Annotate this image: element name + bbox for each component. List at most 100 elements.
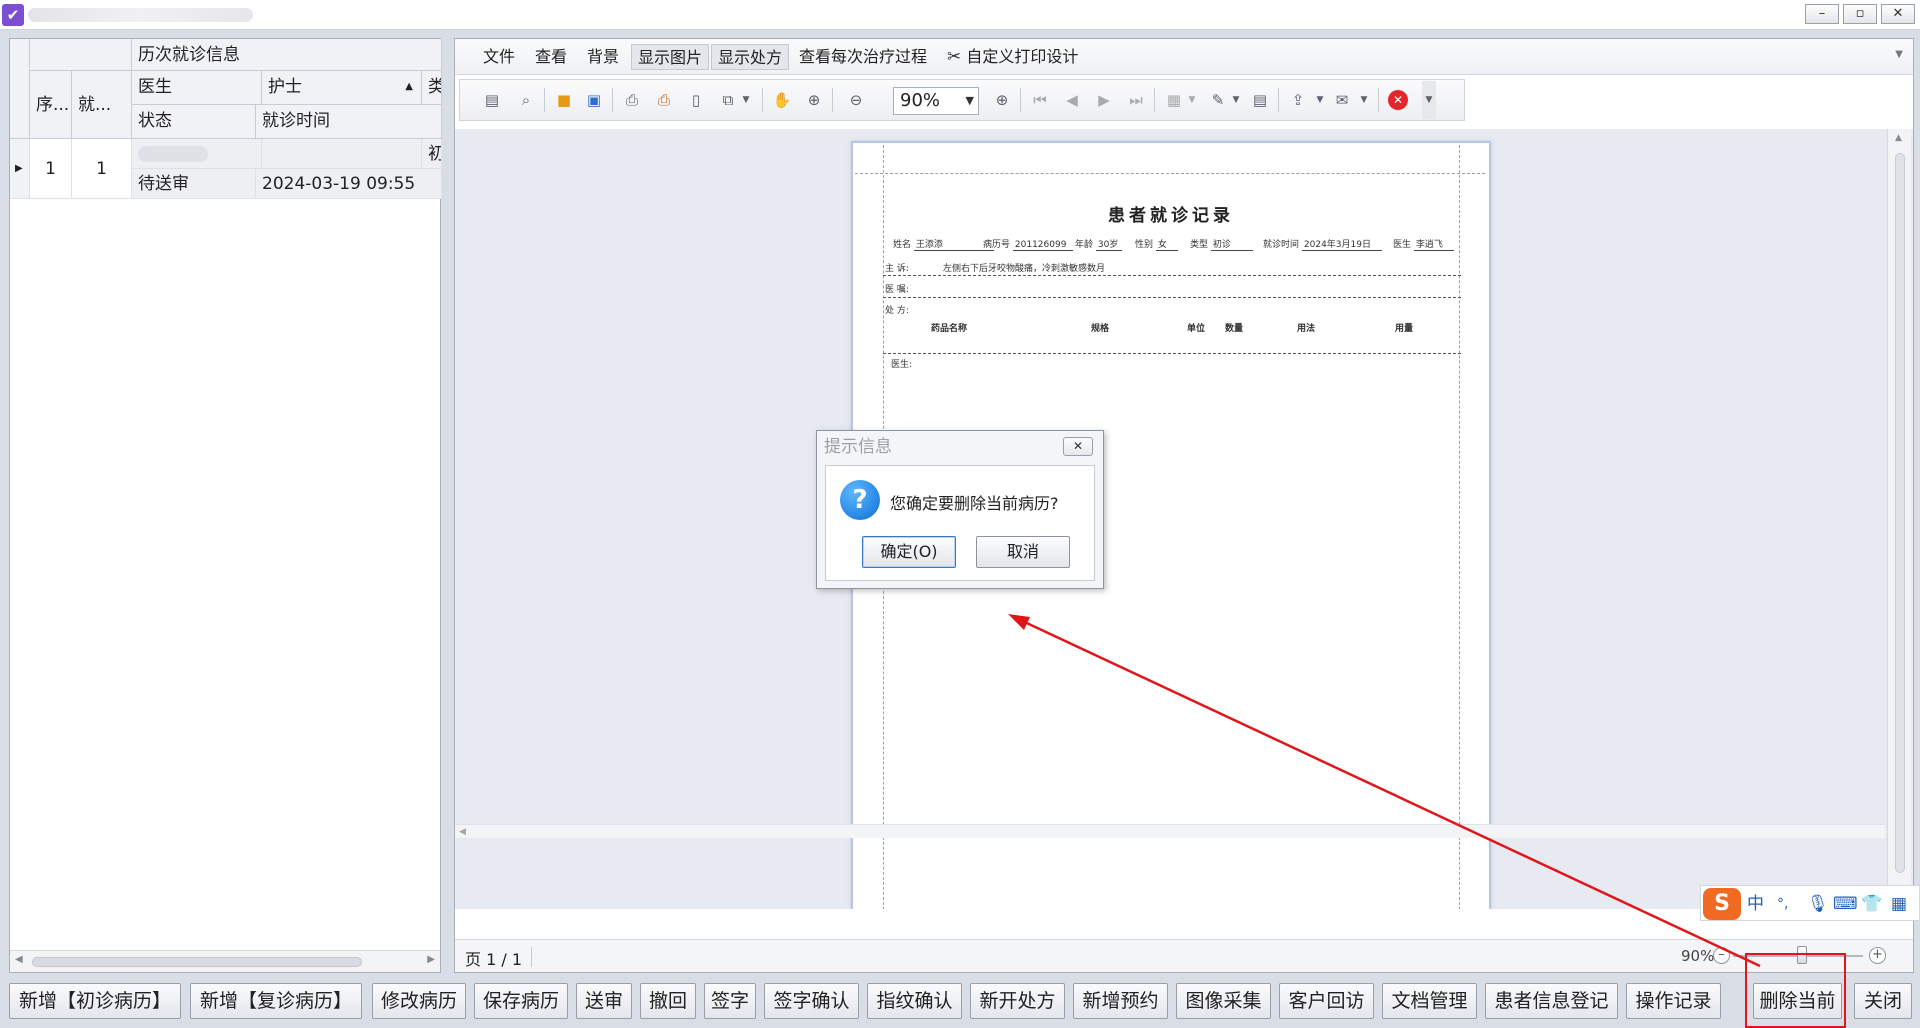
hand-tool-icon[interactable]: ✋ bbox=[772, 90, 792, 110]
microphone-icon[interactable]: 🎙 bbox=[1807, 892, 1829, 916]
quick-print-icon[interactable]: ⎙ bbox=[654, 90, 674, 110]
cell-type[interactable]: 初诊 bbox=[422, 139, 442, 169]
scale-icon[interactable]: ⧉ bbox=[718, 90, 738, 110]
new-prescription-button[interactable]: 新开处方 bbox=[970, 983, 1065, 1019]
row-indicator-icon[interactable]: ▶ bbox=[10, 139, 30, 199]
scroll-up-icon[interactable]: ▲ bbox=[1895, 133, 1902, 143]
grid-header-visit[interactable]: 就... bbox=[72, 71, 132, 139]
page-setup-icon[interactable]: ▯ bbox=[686, 90, 706, 110]
close-window-button[interactable]: ✕ bbox=[1881, 4, 1915, 24]
minimize-button[interactable]: – bbox=[1805, 4, 1839, 24]
chevron-down-icon[interactable]: ▼ bbox=[1226, 90, 1246, 110]
cell-seq[interactable]: 1 bbox=[30, 139, 72, 199]
grid-horizontal-scrollbar[interactable]: ◀ ▶ bbox=[10, 950, 440, 972]
scroll-left-icon[interactable]: ◀ bbox=[459, 827, 466, 837]
keyboard-icon[interactable]: ⌨ bbox=[1833, 892, 1858, 916]
scrollbar-thumb[interactable] bbox=[1895, 153, 1905, 873]
dialog-close-icon[interactable]: ✕ bbox=[1063, 437, 1093, 456]
cell-status[interactable]: 待送审 bbox=[132, 169, 256, 199]
magnifier-icon[interactable]: ⊕ bbox=[804, 90, 824, 110]
new-appointment-button[interactable]: 新增预约 bbox=[1073, 983, 1168, 1019]
last-page-icon[interactable]: ⏭ bbox=[1126, 90, 1146, 110]
new-followup-record-button[interactable]: 新增【复诊病历】 bbox=[190, 983, 362, 1019]
document-management-button[interactable]: 文档管理 bbox=[1382, 983, 1477, 1019]
menu-view[interactable]: 查看 bbox=[529, 44, 573, 70]
grid-header-visit-time[interactable]: 就诊时间 bbox=[256, 105, 442, 139]
menubar-dropdown-icon[interactable]: ▼ bbox=[1895, 49, 1903, 60]
dialog-title[interactable]: 提示信息 bbox=[817, 431, 1103, 463]
visit-history-grid: 历次就诊信息 序... 就... 医生 护士 ▲ 类 状态 就诊时间 ▶ 1 1… bbox=[9, 38, 442, 973]
zoom-minus-icon[interactable]: – bbox=[1713, 947, 1730, 964]
menu-show-prescription[interactable]: 显示处方 bbox=[711, 44, 790, 70]
edit-record-button[interactable]: 修改病历 bbox=[372, 983, 466, 1019]
export-icon[interactable]: ⇪ bbox=[1288, 90, 1308, 110]
zoom-plus-icon[interactable]: + bbox=[1869, 947, 1886, 964]
zoom-in-icon[interactable]: ⊕ bbox=[992, 90, 1012, 110]
cell-visit-time[interactable]: 2024-03-19 09:55 bbox=[256, 169, 442, 199]
confirm-ok-button[interactable]: 确定(O) bbox=[862, 536, 956, 568]
operation-log-button[interactable]: 操作记录 bbox=[1626, 983, 1721, 1019]
print-icon[interactable]: ⎙ bbox=[622, 90, 642, 110]
close-button[interactable]: 关闭 bbox=[1854, 983, 1912, 1019]
scroll-left-icon[interactable]: ◀ bbox=[15, 954, 23, 965]
new-initial-record-button[interactable]: 新增【初诊病历】 bbox=[9, 983, 181, 1019]
panel-splitter[interactable] bbox=[443, 38, 453, 973]
chevron-down-icon[interactable]: ▼ bbox=[1182, 90, 1202, 110]
grid-header-seq[interactable]: 序... bbox=[30, 71, 72, 139]
send-email-icon[interactable]: ✉ bbox=[1332, 90, 1352, 110]
grid-header-status[interactable]: 状态 bbox=[132, 105, 256, 139]
patient-registration-button[interactable]: 患者信息登记 bbox=[1485, 983, 1618, 1019]
ime-chinese-mode[interactable]: 中 bbox=[1747, 892, 1764, 916]
sign-confirm-button[interactable]: 签字确认 bbox=[764, 983, 859, 1019]
watermark-icon[interactable]: ▤ bbox=[1250, 90, 1270, 110]
close-preview-icon[interactable]: ✕ bbox=[1388, 90, 1408, 110]
cell-nurse[interactable] bbox=[262, 139, 422, 169]
skin-icon[interactable]: 👕 bbox=[1861, 892, 1882, 916]
toolbar-overflow-icon[interactable]: ▼ bbox=[1422, 81, 1436, 119]
document-preview-area[interactable]: 患者就诊记录 姓名 王添添 病历号 201126099 年龄 30岁 性别 女 … bbox=[455, 129, 1913, 909]
cell-visit[interactable]: 1 bbox=[72, 139, 132, 199]
menu-file[interactable]: 文件 bbox=[477, 44, 521, 70]
menu-treatment-process[interactable]: 查看每次治疗过程 bbox=[793, 44, 933, 70]
menu-background[interactable]: 背景 bbox=[581, 44, 625, 70]
zoom-dropdown-icon[interactable]: ▼ bbox=[966, 88, 974, 114]
menu-custom-print-design[interactable]: ✂ 自定义打印设计 bbox=[941, 44, 1084, 70]
zoom-select[interactable]: 90% ▼ bbox=[893, 87, 979, 115]
preview-horizontal-scrollbar[interactable]: ◀ bbox=[455, 824, 1885, 838]
document-map-icon[interactable]: ▤ bbox=[482, 90, 502, 110]
diagnosis-label: 医 嘱: bbox=[885, 285, 909, 295]
restore-button[interactable]: ▫ bbox=[1843, 4, 1877, 24]
grid-header-type[interactable]: 类 bbox=[422, 71, 442, 105]
search-icon[interactable]: ⌕ bbox=[516, 90, 536, 110]
previous-page-icon[interactable]: ◀ bbox=[1062, 90, 1082, 110]
background-color-icon[interactable]: ✎ bbox=[1208, 90, 1228, 110]
grid-header-doctor[interactable]: 医生 bbox=[132, 71, 262, 105]
chevron-down-icon[interactable]: ▼ bbox=[1310, 90, 1330, 110]
grid-header-nurse[interactable]: 护士 ▲ bbox=[262, 71, 422, 105]
chevron-down-icon[interactable]: ▼ bbox=[1354, 90, 1374, 110]
image-capture-button[interactable]: 图像采集 bbox=[1176, 983, 1271, 1019]
first-page-icon[interactable]: ⏮ bbox=[1030, 90, 1050, 110]
scrollbar-thumb[interactable] bbox=[32, 957, 362, 967]
save-icon[interactable]: ▣ bbox=[584, 90, 604, 110]
confirm-cancel-button[interactable]: 取消 bbox=[976, 536, 1070, 568]
save-record-button[interactable]: 保存病历 bbox=[474, 983, 568, 1019]
open-folder-icon[interactable]: ■ bbox=[554, 90, 574, 110]
ime-logo-icon[interactable]: S bbox=[1703, 888, 1741, 920]
preview-statusbar: 页 1 / 1 90% – + bbox=[455, 939, 1913, 972]
multiple-pages-icon[interactable]: ▦ bbox=[1164, 90, 1184, 110]
customer-followup-button[interactable]: 客户回访 bbox=[1279, 983, 1374, 1019]
menu-show-image[interactable]: 显示图片 bbox=[631, 44, 710, 70]
submit-review-button[interactable]: 送审 bbox=[576, 983, 632, 1019]
ime-punctuation[interactable]: °, bbox=[1777, 892, 1788, 916]
zoom-out-icon[interactable]: ⊖ bbox=[846, 90, 866, 110]
next-page-icon[interactable]: ▶ bbox=[1094, 90, 1114, 110]
fingerprint-confirm-button[interactable]: 指纹确认 bbox=[867, 983, 962, 1019]
sign-button[interactable]: 签字 bbox=[704, 983, 756, 1019]
cell-doctor-redacted[interactable] bbox=[132, 139, 262, 169]
preview-vertical-scrollbar[interactable]: ▲ bbox=[1887, 129, 1911, 909]
withdraw-button[interactable]: 撤回 bbox=[640, 983, 696, 1019]
chevron-down-icon[interactable]: ▼ bbox=[736, 90, 756, 110]
scroll-right-icon[interactable]: ▶ bbox=[427, 954, 435, 965]
toolbox-icon[interactable]: ▦ bbox=[1891, 892, 1907, 916]
